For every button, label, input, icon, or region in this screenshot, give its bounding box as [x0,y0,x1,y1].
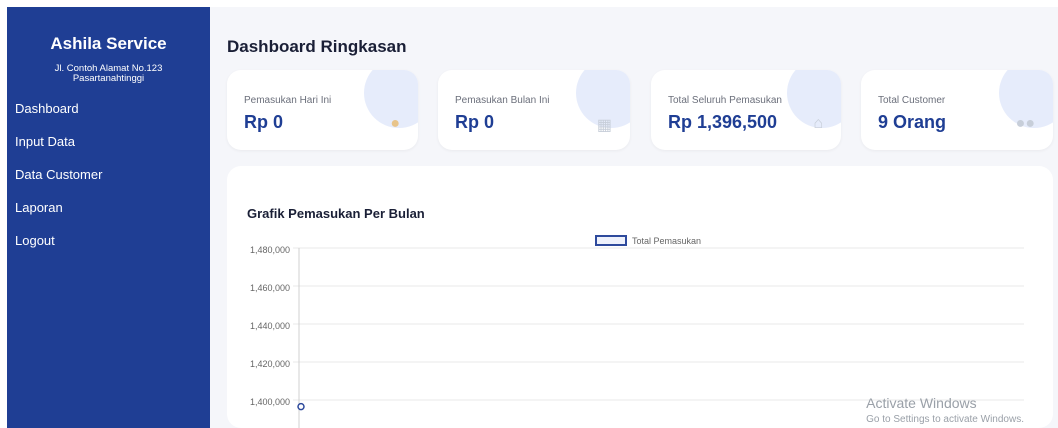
card-label: Pemasukan Hari Ini [244,95,332,106]
card-pemasukan-hari-ini: Pemasukan Hari Ini Rp 0 ● [227,70,418,150]
legend-label: Total Pemasukan [632,236,701,246]
card-value: Rp 0 [244,112,284,132]
address-line-2: Pasartanahtinggi [72,73,145,84]
card-label: Pemasukan Bulan Ini [455,95,550,106]
bank-icon: ⌂ [813,115,823,132]
sidebar-item-logout[interactable]: Logout [7,230,210,263]
card-value: 9 Orang [878,112,947,132]
card-value: Rp 0 [455,112,495,132]
sidebar-item-data-customer[interactable]: Data Customer [7,164,210,197]
card-label: Total Customer [878,95,946,106]
y-tick-label: 1,400,000 [250,397,290,407]
sidebar-nav: Dashboard Input Data Data Customer Lapor… [7,98,210,263]
chart-title: Grafik Pemasukan Per Bulan [247,206,425,221]
y-tick-label: 1,420,000 [250,359,290,369]
legend-swatch [595,235,627,246]
sidebar-item-laporan[interactable]: Laporan [7,197,210,230]
money-bag-icon: ● [390,115,400,132]
sidebar-item-dashboard[interactable]: Dashboard [7,98,210,131]
calendar-icon: ▦ [596,117,612,134]
main-content: Dashboard Ringkasan Pemasukan Hari Ini R… [210,7,1058,428]
card-label: Total Seluruh Pemasukan [668,95,782,106]
watermark-title: Activate Windows [866,395,977,411]
y-tick-label: 1,440,000 [250,321,290,331]
windows-activation-watermark: Activate Windows Go to Settings to activ… [866,395,1024,425]
watermark-subtitle: Go to Settings to activate Windows. [866,414,1024,425]
card-value: Rp 1,396,500 [668,112,778,132]
brand-title: Ashila Service [50,34,167,53]
users-icon: ●● [1015,115,1035,132]
sidebar: Ashila Service Jl. Contoh Alamat No.123 … [7,7,210,428]
chart-card: Grafik Pemasukan Per Bulan 1,480,000 1,46… [227,166,1053,428]
y-tick-label: 1,480,000 [250,245,290,255]
brand-address: Jl. Contoh Alamat No.123 Pasartanahtingg… [7,64,210,84]
card-total-customer: Total Customer 9 Orang ●● [861,70,1053,150]
data-point [297,402,305,411]
sidebar-item-input-data[interactable]: Input Data [7,131,210,164]
y-tick-label: 1,460,000 [250,283,290,293]
card-total-seluruh-pemasukan: Total Seluruh Pemasukan Rp 1,396,500 ⌂ [651,70,841,150]
card-pemasukan-bulan-ini: Pemasukan Bulan Ini Rp 0 ▦ [438,70,630,150]
page-title: Dashboard Ringkasan [227,37,407,56]
